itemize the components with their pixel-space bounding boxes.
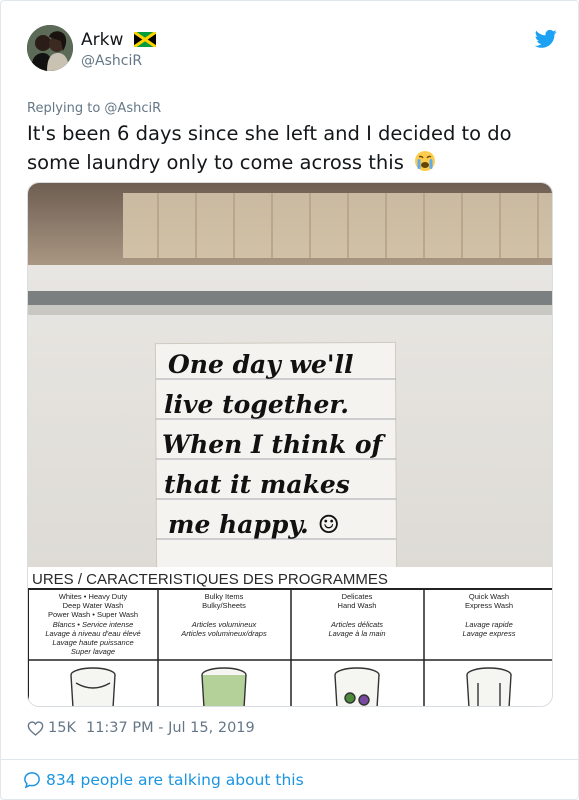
column-text: Lavage rapide [465,620,513,629]
speech-bubble-icon [24,772,40,789]
column-text: Hand Wash [338,601,377,610]
column-text: Articles volumineux/draps [180,629,267,638]
column-text: Lavage haute puissance [52,638,133,647]
note-line: me happy. ☺ [168,510,340,539]
washer-basket-icon [334,667,380,706]
loudly-crying-face-icon [415,151,436,171]
display-name[interactable]: Arkw [81,30,123,50]
washer-basket-icon [201,667,247,706]
washer-basket-icon [70,667,116,706]
tweet-text: It's been 6 days since she left and I de… [27,119,557,177]
tweet-timestamp[interactable]: 11:37 PM - Jul 15, 2019 [86,720,255,736]
column-text: Quick Wash [469,592,509,601]
like-count[interactable]: 15K [48,720,76,736]
column-text: Articles délicats [330,620,383,629]
column-text: Deep Water Wash [63,601,124,610]
note-line: When I think of [162,430,387,459]
replying-to[interactable]: Replying to @AshciR [27,101,161,116]
heart-icon[interactable] [27,720,44,736]
tweet-card: Arkw @AshciR Replying to @AshciR It's be… [0,0,579,800]
avatar[interactable] [27,25,73,71]
tweet-header: Arkw @AshciR [27,25,557,75]
note-line: that it makes [164,470,350,499]
author-info: Arkw @AshciR [81,29,157,69]
column-text: Whites • Heavy Duty [59,592,128,601]
note-line: live together. [164,390,349,419]
column-text: Bulky/Sheets [202,601,246,610]
column-text: Blancs • Service intense [53,620,134,629]
washer-basket-icon [466,667,512,706]
handwritten-note: One day we'll live together. When I thin… [154,341,398,577]
column-text: Lavage à niveau d'eau élevé [45,629,140,638]
column-text: Express Wash [465,601,513,610]
jamaica-flag-icon [134,32,157,47]
panel-title: URES / CARACTERISTIQUES DES PROGRAMMES [32,571,388,588]
column-text: Articles volumineux [191,620,257,629]
note-line: One day we'll [168,350,354,379]
twitter-bird-icon[interactable] [535,29,557,49]
column-text: Lavage express [463,629,516,638]
talking-text[interactable]: 834 people are talking about this [46,771,304,789]
column-text: Lavage à la main [328,629,385,638]
tweet-meta: 15K 11:37 PM - Jul 15, 2019 [27,717,255,739]
user-handle[interactable]: @AshciR [81,53,156,69]
tweet-text-body: It's been 6 days since she left and I de… [27,122,512,174]
window-blinds [123,193,552,258]
tweet-photo[interactable]: One day we'll live together. When I thin… [27,182,553,707]
column-text: Bulky Items [205,592,244,601]
column-text: Delicates [342,592,373,601]
talking-link[interactable]: 834 people are talking about this [23,769,304,791]
divider [1,759,579,760]
programme-panel: URES / CARACTERISTIQUES DES PROGRAMMES W… [28,567,552,706]
column-text: Super lavage [71,647,115,656]
column-text: Power Wash • Super Wash [48,610,138,619]
